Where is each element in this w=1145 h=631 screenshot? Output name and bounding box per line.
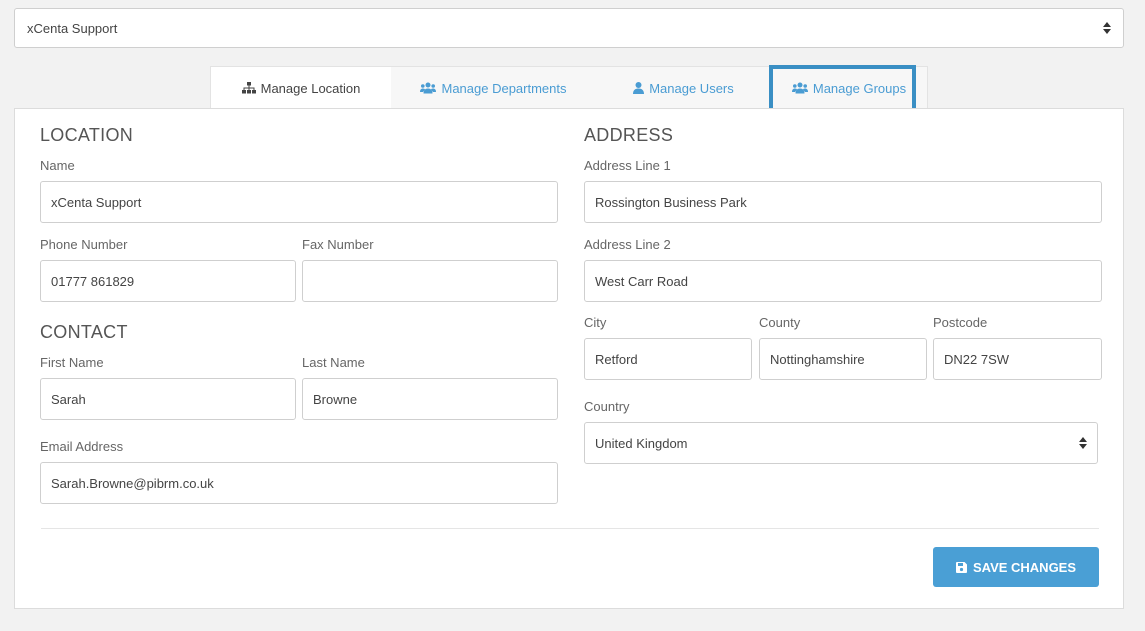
tab-label: Manage Location <box>260 80 361 96</box>
first-name-label: First Name <box>40 355 104 370</box>
address-section-title: ADDRESS <box>584 125 674 145</box>
country-select[interactable]: United Kingdom <box>584 422 1098 464</box>
postcode-field[interactable]: DN22 7SW <box>933 338 1102 380</box>
save-changes-button[interactable]: SAVE CHANGES <box>933 547 1099 587</box>
tab-manage-departments[interactable]: Manage Departments <box>391 67 596 109</box>
address-line1-field[interactable]: Rossington Business Park <box>584 181 1102 223</box>
user-icon <box>633 82 645 94</box>
address-line1-label: Address Line 1 <box>584 158 671 173</box>
form-divider <box>41 528 1099 529</box>
phone-field[interactable]: 01777 861829 <box>40 260 296 302</box>
location-select-value: xCenta Support <box>27 20 118 36</box>
location-select[interactable]: xCenta Support <box>14 8 1124 48</box>
tab-manage-groups[interactable]: Manage Groups <box>771 67 927 109</box>
select-arrows-icon <box>1103 22 1111 34</box>
email-field[interactable]: Sarah.Browne@pibrm.co.uk <box>40 462 558 504</box>
address-line2-field[interactable]: West Carr Road <box>584 260 1102 302</box>
floppy-disk-icon <box>955 561 967 573</box>
select-arrows-icon <box>1079 437 1087 449</box>
city-field[interactable]: Retford <box>584 338 752 380</box>
sitemap-icon <box>241 82 256 94</box>
address-line2-label: Address Line 2 <box>584 237 671 252</box>
users-icon <box>420 82 437 94</box>
tab-label: Manage Departments <box>441 80 567 96</box>
tab-label: Manage Groups <box>812 80 907 96</box>
name-field[interactable]: xCenta Support <box>40 181 558 223</box>
country-select-value: United Kingdom <box>595 435 688 451</box>
fax-label: Fax Number <box>302 237 374 252</box>
save-changes-label: SAVE CHANGES <box>972 559 1077 575</box>
city-label: City <box>584 315 607 330</box>
name-label: Name <box>40 158 75 173</box>
postcode-label: Postcode <box>933 315 988 330</box>
county-label: County <box>759 315 801 330</box>
last-name-field[interactable]: Browne <box>302 378 558 420</box>
tab-label: Manage Users <box>649 80 734 96</box>
users-icon <box>791 82 808 94</box>
tab-manage-location[interactable]: Manage Location <box>211 67 391 109</box>
phone-label: Phone Number <box>40 237 128 252</box>
county-field[interactable]: Nottinghamshire <box>759 338 927 380</box>
fax-field[interactable] <box>302 260 558 302</box>
location-section-title: LOCATION <box>40 125 134 145</box>
contact-section-title: CONTACT <box>40 322 128 342</box>
country-label: Country <box>584 399 630 414</box>
last-name-label: Last Name <box>302 355 365 370</box>
tab-bar: Manage Location Manage Departments Manag… <box>210 66 928 109</box>
email-label: Email Address <box>40 439 124 454</box>
location-form-panel: LOCATION Name xCenta Support Phone Numbe… <box>14 108 1124 609</box>
tab-manage-users[interactable]: Manage Users <box>596 67 771 109</box>
first-name-field[interactable]: Sarah <box>40 378 296 420</box>
